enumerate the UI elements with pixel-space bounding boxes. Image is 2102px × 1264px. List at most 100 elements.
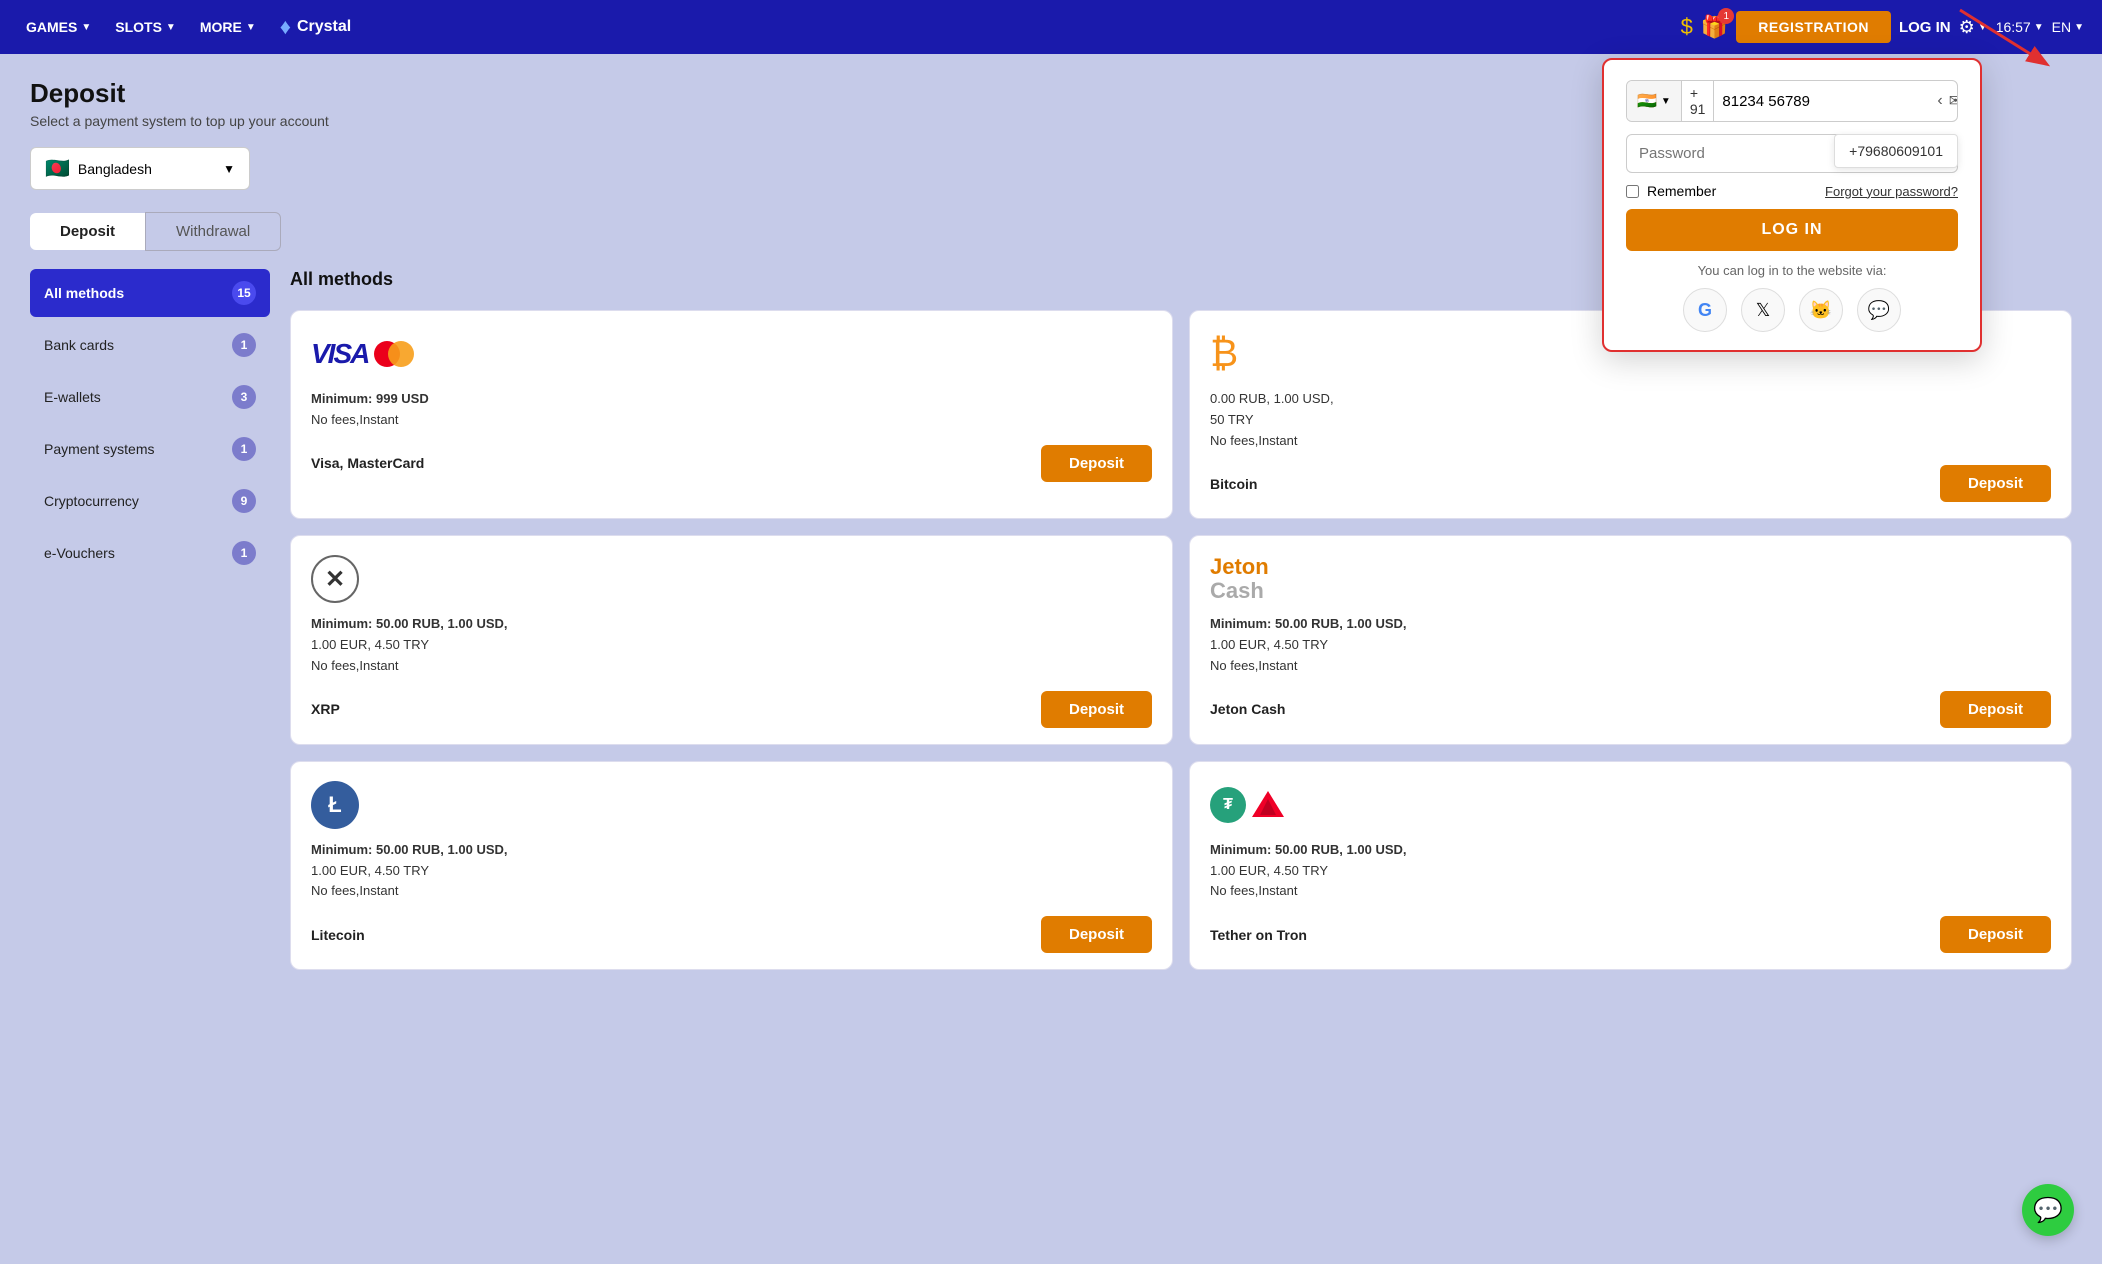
nav-games[interactable]: GAMES ▼ xyxy=(18,13,99,41)
bitcoin-info: 0.00 RUB, 1.00 USD, 50 TRY No fees,Insta… xyxy=(1210,389,2051,451)
payment-card-litecoin: Ł Minimum: 50.00 RUB, 1.00 USD, 1.00 EUR… xyxy=(290,761,1173,970)
phone-input-icons: ‹ ✉ xyxy=(1929,91,1958,111)
chat-button[interactable]: 💬 xyxy=(2022,1184,2074,1236)
sidebar-badge-e-wallets: 3 xyxy=(232,385,256,409)
nav-more-chevron: ▼ xyxy=(246,22,256,33)
navbar: GAMES ▼ SLOTS ▼ MORE ▼ ♦ Crystal $ 🎁 1 R… xyxy=(0,0,2102,54)
nav-more-label: MORE xyxy=(200,19,242,35)
jeton-cash-logo: Jeton Cash xyxy=(1210,554,2051,604)
payment-card-tether-on-tron: ₮ Minimum: 50.00 RUB, 1.00 USD, 1.00 EUR… xyxy=(1189,761,2072,970)
nav-slots-label: SLOTS xyxy=(115,19,162,35)
sidebar-label-cryptocurrency: Cryptocurrency xyxy=(44,493,139,509)
sidebar-item-all-methods[interactable]: All methods 15 xyxy=(30,269,270,317)
tether-tron-footer: Tether on Tron Deposit xyxy=(1210,916,2051,953)
sidebar-label-payment-systems: Payment systems xyxy=(44,441,154,457)
mastercard-logo xyxy=(374,341,414,367)
settings-button[interactable]: ⚙ ▼ xyxy=(1959,17,1988,38)
tether-tron-info: Minimum: 50.00 RUB, 1.00 USD, 1.00 EUR, … xyxy=(1210,840,2051,902)
xrp-name: XRP xyxy=(311,701,340,717)
visa-mastercard-info: Minimum: 999 USD No fees,Instant xyxy=(311,389,1152,431)
tron-icon xyxy=(1250,787,1286,823)
sidebar-item-e-wallets[interactable]: E-wallets 3 xyxy=(30,373,270,421)
jeton-cash-name: Jeton Cash xyxy=(1210,701,1285,717)
bitcoin-footer: Bitcoin Deposit xyxy=(1210,465,2051,502)
deposit-button-jeton-cash[interactable]: Deposit xyxy=(1940,691,2051,728)
time-chevron: ▼ xyxy=(2034,22,2044,33)
litecoin-footer: Litecoin Deposit xyxy=(311,916,1152,953)
deposit-button-tether-tron[interactable]: Deposit xyxy=(1940,916,2051,953)
nav-logo-text: Crystal xyxy=(297,18,351,36)
xrp-icon: ✕ xyxy=(311,555,359,603)
dollar-icon-button[interactable]: $ xyxy=(1681,14,1693,40)
jeton-cash-icon: Jeton Cash xyxy=(1210,555,1269,603)
xrp-footer: XRP Deposit xyxy=(311,691,1152,728)
language-selector[interactable]: EN ▼ xyxy=(2052,19,2084,35)
line-login-button[interactable]: 💬 xyxy=(1857,288,1901,332)
sidebar-badge-e-vouchers: 1 xyxy=(232,541,256,565)
discord-login-button[interactable]: 🐱 xyxy=(1799,288,1843,332)
remember-text: Remember xyxy=(1647,183,1716,199)
forgot-password-link[interactable]: Forgot your password? xyxy=(1825,184,1958,199)
clock-display: 16:57 ▼ xyxy=(1996,19,2044,35)
sidebar-item-payment-systems[interactable]: Payment systems 1 xyxy=(30,425,270,473)
google-login-button[interactable]: G xyxy=(1683,288,1727,332)
gift-button[interactable]: 🎁 1 xyxy=(1701,14,1728,40)
tab-deposit[interactable]: Deposit xyxy=(30,213,145,250)
email-icon[interactable]: ✉ xyxy=(1949,91,1958,111)
visa-mastercard-logo: VISA xyxy=(311,329,1152,379)
sidebar-item-cryptocurrency[interactable]: Cryptocurrency 9 xyxy=(30,477,270,525)
payment-grid: All methods VISA Minimum: 999 USD No fee… xyxy=(290,269,2072,970)
remember-label[interactable]: Remember xyxy=(1626,183,1716,199)
nav-games-label: GAMES xyxy=(26,19,77,35)
nav-games-chevron: ▼ xyxy=(81,22,91,33)
nav-slots[interactable]: SLOTS ▼ xyxy=(107,13,184,41)
jeton-cash-info: Minimum: 50.00 RUB, 1.00 USD, 1.00 EUR, … xyxy=(1210,614,2051,676)
sidebar-label-e-vouchers: e-Vouchers xyxy=(44,545,115,561)
sidebar-badge-bank-cards: 1 xyxy=(232,333,256,357)
country-code-selector[interactable]: 🇮🇳 ▼ xyxy=(1627,81,1682,121)
litecoin-logo: Ł xyxy=(311,780,1152,830)
litecoin-icon: Ł xyxy=(311,781,359,829)
phone-flag-chevron: ▼ xyxy=(1661,96,1671,107)
phone-flag: 🇮🇳 xyxy=(1637,91,1657,111)
litecoin-name: Litecoin xyxy=(311,927,365,943)
sidebar-label-all-methods: All methods xyxy=(44,285,124,301)
tether-tron-name: Tether on Tron xyxy=(1210,927,1307,943)
registration-button[interactable]: REGISTRATION xyxy=(1736,11,1891,43)
password-row: +79680609101 xyxy=(1626,134,1958,173)
lang-value: EN xyxy=(2052,19,2071,35)
deposit-button-litecoin[interactable]: Deposit xyxy=(1041,916,1152,953)
deposit-button-bitcoin[interactable]: Deposit xyxy=(1940,465,2051,502)
login-modal-button[interactable]: LOG IN xyxy=(1626,209,1958,251)
country-chevron: ▼ xyxy=(223,162,235,176)
deposit-button-xrp[interactable]: Deposit xyxy=(1041,691,1152,728)
nav-slots-chevron: ▼ xyxy=(166,22,176,33)
social-login-row: G 𝕏 🐱 💬 xyxy=(1626,288,1958,332)
twitter-login-button[interactable]: 𝕏 xyxy=(1741,288,1785,332)
phone-number-input[interactable] xyxy=(1714,93,1929,110)
phone-input-row[interactable]: 🇮🇳 ▼ + 91 ‹ ✉ xyxy=(1626,80,1958,122)
nav-more[interactable]: MORE ▼ xyxy=(192,13,264,41)
xrp-info: Minimum: 50.00 RUB, 1.00 USD, 1.00 EUR, … xyxy=(311,614,1152,676)
tab-withdrawal[interactable]: Withdrawal xyxy=(145,212,281,251)
sidebar-item-bank-cards[interactable]: Bank cards 1 xyxy=(30,321,270,369)
phone-suggestion[interactable]: +79680609101 xyxy=(1834,134,1958,168)
sidebar-badge-cryptocurrency: 9 xyxy=(232,489,256,513)
deposit-button-visa-mastercard[interactable]: Deposit xyxy=(1041,445,1152,482)
remember-checkbox[interactable] xyxy=(1626,185,1639,198)
sidebar-label-bank-cards: Bank cards xyxy=(44,337,114,353)
bitcoin-name: Bitcoin xyxy=(1210,476,1257,492)
login-button[interactable]: LOG IN xyxy=(1899,19,1951,36)
xrp-logo: ✕ xyxy=(311,554,1152,604)
tether-tron-logo: ₮ xyxy=(1210,780,2051,830)
country-selector[interactable]: 🇧🇩 Bangladesh ▼ xyxy=(30,147,250,190)
sidebar-badge-payment-systems: 1 xyxy=(232,437,256,461)
clear-phone-icon[interactable]: ‹ xyxy=(1937,92,1942,110)
sidebar-item-e-vouchers[interactable]: e-Vouchers 1 xyxy=(30,529,270,577)
lang-chevron: ▼ xyxy=(2074,22,2084,33)
social-login-divider: You can log in to the website via: xyxy=(1626,263,1958,278)
nav-logo[interactable]: ♦ Crystal xyxy=(280,14,351,40)
payment-card-xrp: ✕ Minimum: 50.00 RUB, 1.00 USD, 1.00 EUR… xyxy=(290,535,1173,744)
diamond-icon: ♦ xyxy=(280,14,291,40)
time-value: 16:57 xyxy=(1996,19,2031,35)
